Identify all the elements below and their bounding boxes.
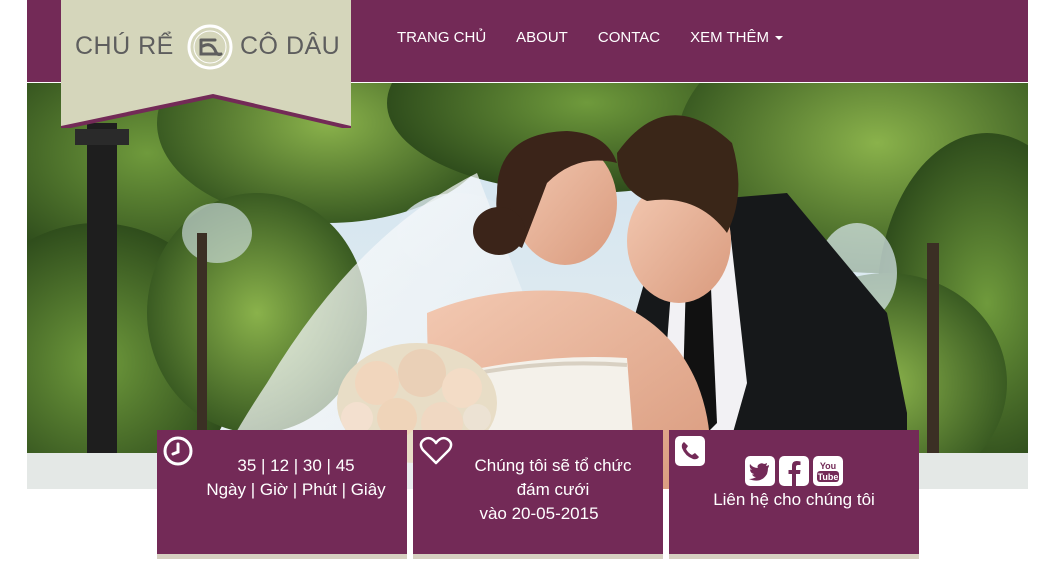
wedding-line-2: đám cưới — [516, 480, 590, 499]
nav-about[interactable]: ABOUT — [516, 30, 568, 46]
nav-contact[interactable]: CONTAC — [598, 30, 660, 46]
facebook-icon[interactable] — [779, 456, 809, 486]
hero-photo — [27, 83, 1028, 489]
svg-text:Tube: Tube — [818, 472, 839, 482]
main-nav: TRANG CHỦ ABOUT CONTAC XEM THÊM — [397, 30, 813, 46]
phone-icon — [675, 436, 705, 466]
twitter-icon[interactable] — [745, 456, 775, 486]
brand-groom-text: CHÚ RỂ — [75, 32, 174, 60]
contact-label: Liên hệ cho chúng tôi — [713, 490, 875, 509]
ampersand-emblem-icon — [187, 24, 233, 70]
page: TRANG CHỦ ABOUT CONTAC XEM THÊM CHÚ RỂ C… — [27, 0, 1028, 583]
social-links: You Tube — [669, 456, 919, 486]
wedding-line-3: vào 20-05-2015 — [479, 504, 599, 523]
svg-text:You: You — [820, 461, 836, 471]
couple-kissing-image — [27, 83, 1028, 489]
countdown-units: Ngày | Giờ | Phút | Giây — [206, 480, 386, 499]
info-cards: 35 | 12 | 30 | 45 Ngày | Giờ | Phút | Gi… — [157, 430, 919, 560]
brand-logo[interactable]: CHÚ RỂ CÔ DÂU — [61, 0, 351, 128]
brand-bride-text: CÔ DÂU — [240, 32, 341, 60]
wedding-date-card: Chúng tôi sẽ tổ chức đám cưới vào 20-05-… — [413, 430, 663, 559]
nav-home[interactable]: TRANG CHỦ — [397, 30, 486, 46]
nav-more-label: XEM THÊM — [690, 29, 769, 46]
nav-more-dropdown[interactable]: XEM THÊM — [690, 30, 783, 46]
heart-icon — [419, 436, 453, 465]
youtube-icon[interactable]: You Tube — [813, 456, 843, 486]
caret-down-icon — [775, 36, 783, 41]
contact-card: You Tube Liên hệ cho chúng tôi — [669, 430, 919, 559]
countdown-card: 35 | 12 | 30 | 45 Ngày | Giờ | Phút | Gi… — [157, 430, 407, 559]
clock-icon — [163, 436, 193, 466]
countdown-values: 35 | 12 | 30 | 45 — [237, 456, 355, 475]
